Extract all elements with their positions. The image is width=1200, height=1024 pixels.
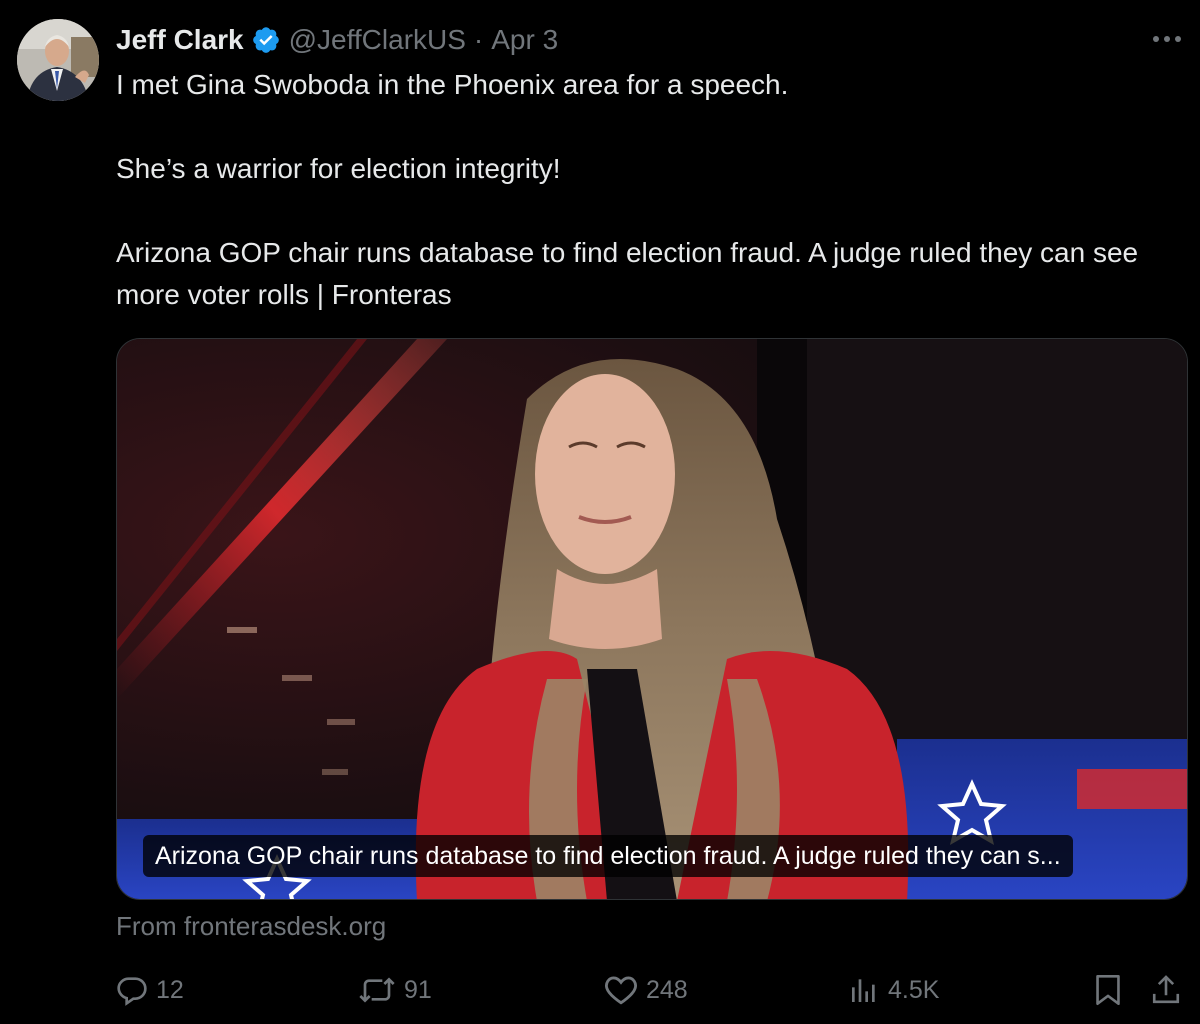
like-button[interactable]: 248 xyxy=(604,970,688,1010)
repost-button[interactable]: 91 xyxy=(358,970,432,1010)
link-card[interactable]: Arizona GOP chair runs database to find … xyxy=(116,338,1188,900)
tweet-date[interactable]: Apr 3 xyxy=(491,24,558,56)
tweet[interactable]: Jeff Clark @JeffClarkUS · Apr 3 I met Gi… xyxy=(0,0,1200,1024)
separator-dot: · xyxy=(473,24,484,55)
reply-icon xyxy=(117,977,147,1006)
repost-icon xyxy=(359,977,395,1003)
verified-badge-icon xyxy=(252,27,279,53)
reply-button[interactable]: 12 xyxy=(116,970,184,1010)
more-button[interactable] xyxy=(1150,24,1184,54)
tweet-text-line: I met Gina Swoboda in the Phoenix area f… xyxy=(116,69,789,100)
card-caption: Arizona GOP chair runs database to find … xyxy=(143,835,1073,877)
share-icon xyxy=(1152,975,1180,1004)
views-button[interactable]: 4.5K xyxy=(848,970,939,1010)
card-image xyxy=(117,339,1187,899)
views-icon xyxy=(852,979,875,1002)
share-button[interactable] xyxy=(1150,970,1182,1010)
repost-count: 91 xyxy=(404,975,432,1004)
reply-count: 12 xyxy=(156,975,184,1004)
views-count: 4.5K xyxy=(888,975,940,1004)
avatar[interactable] xyxy=(17,19,99,101)
tweet-text: I met Gina Swoboda in the Phoenix area f… xyxy=(116,64,1180,316)
more-icon xyxy=(1153,36,1181,42)
tweet-text-line: Arizona GOP chair runs database to find … xyxy=(116,237,1139,310)
tweet-text-line: She’s a warrior for election integrity! xyxy=(116,153,561,184)
action-bar: 12 91 248 4.5K xyxy=(116,970,1188,1010)
like-icon xyxy=(605,976,637,1005)
display-name[interactable]: Jeff Clark xyxy=(116,24,244,56)
avatar-photo xyxy=(17,19,99,101)
card-source[interactable]: From fronterasdesk.org xyxy=(116,908,386,944)
bookmark-button[interactable] xyxy=(1092,970,1124,1010)
author-handle[interactable]: @JeffClarkUS xyxy=(289,24,466,56)
bookmark-icon xyxy=(1096,974,1120,1006)
like-count: 248 xyxy=(646,975,688,1004)
tweet-header: Jeff Clark @JeffClarkUS · Apr 3 xyxy=(116,22,558,58)
